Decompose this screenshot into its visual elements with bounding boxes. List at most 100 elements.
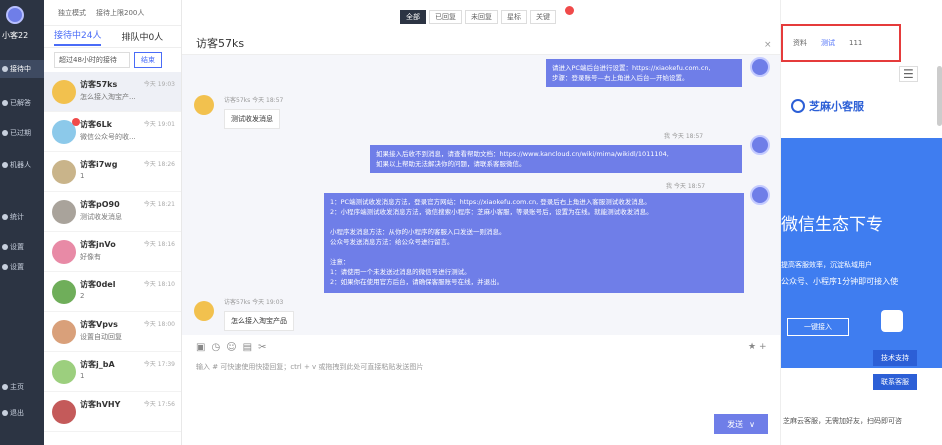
- gear-icon: [2, 244, 8, 250]
- history-icon[interactable]: ◷: [211, 342, 220, 353]
- nav-item-expired[interactable]: 已过期: [0, 124, 44, 142]
- tab-queue[interactable]: 排队中0人: [121, 30, 163, 43]
- add-icon[interactable]: +: [759, 342, 767, 352]
- nav-item-answered[interactable]: 已解答: [0, 94, 44, 112]
- emoji-icon[interactable]: ☺: [226, 342, 236, 353]
- nav-item-robot[interactable]: 机器人: [0, 156, 44, 174]
- avatar: [52, 160, 76, 184]
- left-nav: 小客22 接待中 已解答 已过期 机器人 统计 设置 设置 主页 退出: [0, 0, 44, 445]
- conversation-item[interactable]: 访客0del 今天 18:10 2: [44, 272, 181, 312]
- chevron-down-icon[interactable]: ∨: [749, 420, 755, 429]
- conversation-time: 今天 18:16: [143, 241, 175, 248]
- tab-test[interactable]: 测试: [821, 38, 835, 48]
- conversation-preview: 测试收发消息: [80, 213, 122, 221]
- promo-subtitle: 提高客服效率，沉淀私域用户: [781, 261, 872, 269]
- conversation-item[interactable]: 访客jnVo 今天 18:16 好像有: [44, 232, 181, 272]
- send-button[interactable]: 发送 ∨: [714, 414, 768, 434]
- message-meta: 访客57ks 今天 18:57: [224, 97, 284, 104]
- close-icon[interactable]: ×: [764, 40, 772, 50]
- unread-badge: [72, 118, 80, 126]
- conversation-item[interactable]: 访客57ks 今天 19:03 怎么接入淘宝产...: [44, 72, 181, 112]
- conversation-item[interactable]: 访客j_bA 今天 17:39 1: [44, 352, 181, 392]
- conversation-time: 今天 17:39: [143, 361, 175, 368]
- contact-button[interactable]: 联系客服: [873, 374, 917, 390]
- filter-select[interactable]: 超过48小时的接待: [54, 52, 130, 68]
- input-toolbar: ▣ ◷ ☺ ▤ ✂: [196, 342, 266, 353]
- tech-support-button[interactable]: 技术支持: [873, 350, 917, 366]
- check-icon: [2, 100, 8, 106]
- filter-unreplied[interactable]: 未回复: [465, 10, 498, 24]
- promo-subtitle-2: 公众号、小程序1分钟即可接入使: [781, 277, 899, 286]
- star-icon[interactable]: ★: [748, 342, 756, 352]
- limit-select[interactable]: 接待上限200人: [96, 8, 144, 18]
- chat-icon: [2, 66, 8, 72]
- conversation-item[interactable]: 访客6Lk 今天 19:01 微信公众号的收...: [44, 112, 181, 152]
- conversation-time: 今天 18:00: [143, 321, 175, 328]
- avatar: [52, 280, 76, 304]
- conversation-item[interactable]: 访客pO90 今天 18:21 测试收发消息: [44, 192, 181, 232]
- join-button[interactable]: 一键接入: [787, 318, 849, 336]
- support-avatar: [881, 310, 903, 332]
- scissors-icon[interactable]: ✂: [258, 342, 266, 353]
- message-out: 如果接入后收不到消息，请查看帮助文档：https://www.kancloud.…: [370, 145, 742, 173]
- footer-text: 芝麻云客服，无需加好友，扫码即可咨: [783, 417, 902, 425]
- filter-replied[interactable]: 已回复: [429, 10, 462, 24]
- home-icon: [2, 384, 8, 390]
- scrollbar[interactable]: [937, 66, 942, 126]
- avatar: [52, 80, 76, 104]
- mode-select[interactable]: 独立模式: [58, 8, 86, 18]
- conversation-time: 今天 18:21: [143, 201, 175, 208]
- input-placeholder[interactable]: 输入 # 可快速使用快捷回复；ctrl + v 或拖拽到此处可直接粘贴发送图片: [196, 362, 423, 372]
- clock-icon: [2, 130, 8, 136]
- conversation-item[interactable]: 访客hVHY 今天 17:56: [44, 392, 181, 432]
- conversation-time: 今天 18:10: [143, 281, 175, 288]
- nav-item-receiving[interactable]: 接待中: [0, 60, 44, 78]
- conversation-preview: 1: [80, 372, 85, 380]
- conversation-item[interactable]: 访客Vpvs 今天 18:00 设置自动回复: [44, 312, 181, 352]
- conversation-time: 今天 17:56: [143, 401, 175, 408]
- chart-icon: [2, 214, 8, 220]
- agent-avatar: [750, 57, 770, 77]
- nav-item-stats[interactable]: 统计: [0, 208, 44, 226]
- conversation-time: 今天 18:26: [143, 161, 175, 168]
- message-in: 怎么接入淘宝产品: [224, 311, 294, 331]
- end-button[interactable]: 结束: [134, 52, 162, 68]
- avatar: [52, 240, 76, 264]
- chat-panel: 全部 已回复 未回复 星标 关键 访客57ks × 请进入PC端后台进行设置：h…: [182, 0, 780, 445]
- menu-icon[interactable]: ☰: [899, 66, 918, 82]
- filter-all[interactable]: 全部: [400, 10, 426, 24]
- image-icon[interactable]: ▣: [196, 342, 205, 353]
- filter-key[interactable]: 关键: [530, 10, 556, 24]
- nav-item-logout[interactable]: 退出: [0, 404, 44, 422]
- conversation-name: 访客pO90: [80, 200, 120, 209]
- brand-logo-icon: [791, 99, 805, 113]
- conversation-preview: 怎么接入淘宝产...: [80, 93, 136, 101]
- message-in: 测试收发消息: [224, 109, 280, 129]
- nav-item-home[interactable]: 主页: [0, 378, 44, 396]
- message-out: 1：PC端测试收发消息方法，登录官方网站：https://xiaokefu.co…: [324, 193, 744, 293]
- brand-name: 芝麻小客服: [809, 100, 864, 113]
- nav-item-settings[interactable]: 设置: [0, 238, 44, 256]
- promo-title: 微信生态下专: [781, 215, 883, 235]
- tab-profile[interactable]: 资料: [793, 38, 807, 48]
- conversation-name: 访客Vpvs: [80, 320, 118, 329]
- app-logo[interactable]: [6, 6, 24, 24]
- promo-banner: 微信生态下专 提高客服效率，沉淀私域用户 公众号、小程序1分钟即可接入使 一键接…: [781, 138, 942, 368]
- tab-receiving[interactable]: 接待中24人: [54, 28, 102, 46]
- logout-icon: [2, 410, 8, 416]
- conversation-item[interactable]: 访客i7wg 今天 18:26 1: [44, 152, 181, 192]
- brand: 芝麻小客服: [791, 98, 864, 114]
- tab-111[interactable]: 111: [849, 39, 862, 47]
- message-area: 请进入PC端后台进行设置：https://xiaokefu.com.cn, 步骤…: [182, 55, 780, 335]
- message-meta: 访客57ks 今天 19:03: [224, 299, 284, 306]
- message-filter-tabs: 全部 已回复 未回复 星标 关键: [400, 10, 556, 24]
- chat-title: 访客57ks: [196, 37, 245, 50]
- conversation-name: 访客hVHY: [80, 400, 121, 409]
- nav-item-settings-2[interactable]: 设置: [0, 258, 44, 276]
- right-tabs: 资料 测试 111: [781, 24, 901, 62]
- conversation-list-panel: 独立模式 接待上限200人 接待中24人 排队中0人 超过48小时的接待 结束 …: [44, 0, 182, 445]
- conversation-name: 访客i7wg: [80, 160, 118, 169]
- filter-starred[interactable]: 星标: [501, 10, 527, 24]
- file-icon[interactable]: ▤: [243, 342, 252, 353]
- agent-avatar: [750, 185, 770, 205]
